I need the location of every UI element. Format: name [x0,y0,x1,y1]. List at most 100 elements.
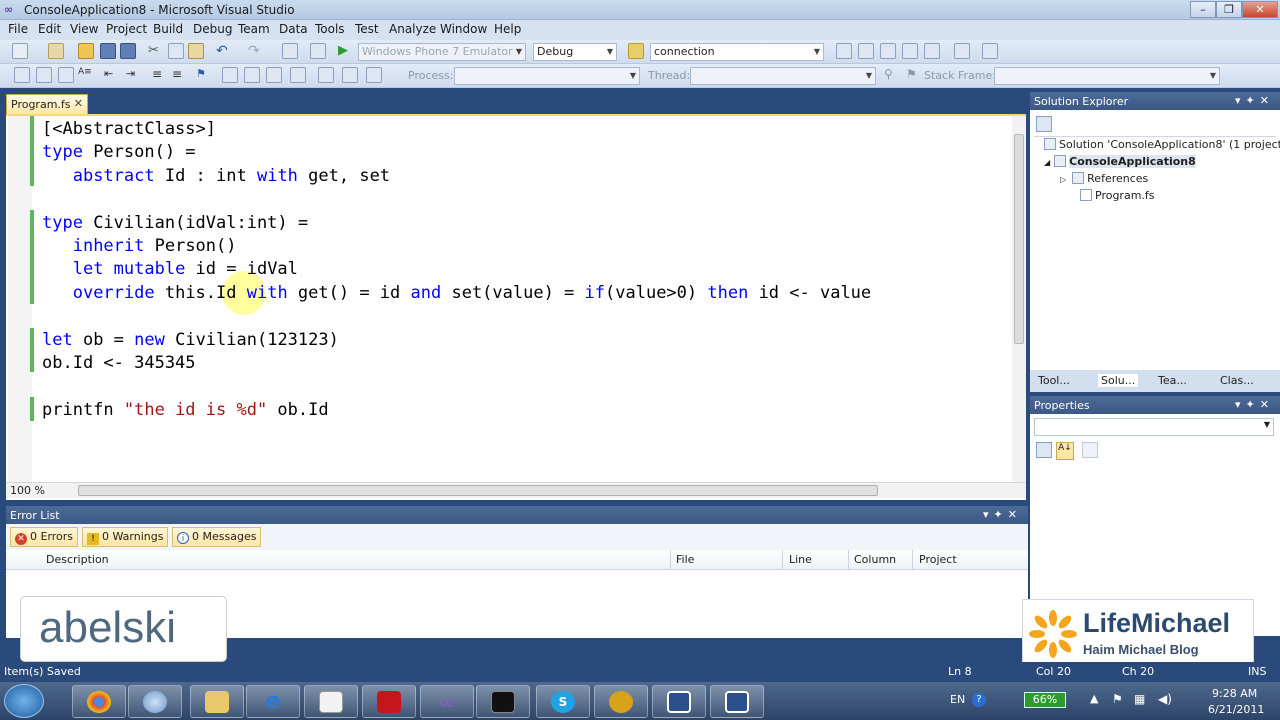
taskbar-acrobat[interactable] [362,685,416,718]
clock-date[interactable]: 6/21/2011 [1208,703,1264,716]
menu-view[interactable]: View [68,22,100,36]
menu-data[interactable]: Data [277,22,310,36]
expand-icon[interactable]: ◢ [1044,158,1050,167]
menu-build[interactable]: Build [151,22,185,36]
menu-project[interactable]: Project [104,22,149,36]
clock-time[interactable]: 9:28 AM [1212,687,1257,700]
taskbar-document[interactable] [304,685,358,718]
properties-icon[interactable] [880,43,896,59]
outdent-icon[interactable]: ⇤ [104,67,120,83]
panel-controls[interactable]: ▾✦✕ [1235,94,1274,107]
menu-help[interactable]: Help [492,22,523,36]
column-project[interactable]: Project [919,553,957,566]
alphabetical-icon[interactable]: A↓ [1056,442,1074,460]
menu-file[interactable]: File [6,22,30,36]
redo-icon[interactable]: ↷ [248,43,264,59]
tab-toolbox[interactable]: Tool... [1038,374,1070,387]
menu-debug[interactable]: Debug [191,22,234,36]
menu-window[interactable]: Window [438,22,489,36]
close-button[interactable]: ✕ [1242,1,1278,18]
column-description[interactable]: Description [46,553,109,566]
menu-test[interactable]: Test [353,22,381,36]
tree-references[interactable]: ▷ References [1060,172,1148,185]
collapse-icon[interactable]: ▷ [1060,175,1066,184]
minimize-button[interactable]: – [1190,1,1216,18]
configuration-select[interactable]: Debug ▼ [533,43,617,61]
solution-explorer-icon[interactable] [858,43,874,59]
save-all-icon[interactable] [120,43,136,59]
find-icon[interactable] [628,43,644,59]
zoom-level[interactable]: 100 % [10,484,45,497]
object-browser-icon[interactable] [902,43,918,59]
cut-icon[interactable]: ✂ [148,43,164,59]
save-icon[interactable] [100,43,116,59]
panel-controls[interactable]: ▾✦✕ [983,508,1022,521]
menu-tools[interactable]: Tools [313,22,347,36]
platform-select[interactable]: Windows Phone 7 Emulator ▼ [358,43,526,61]
bookmark-folder-prev-icon[interactable] [266,67,282,83]
taskbar-skype[interactable]: S [536,685,590,718]
navigate-forward-icon[interactable] [310,43,326,59]
maximize-button[interactable]: ❐ [1216,1,1242,18]
warnings-filter[interactable]: ! 0 Warnings [82,527,169,547]
undo-icon[interactable]: ↶ [216,43,232,59]
volume-icon[interactable]: ◀) [1158,692,1172,706]
column-file[interactable]: File [676,553,694,566]
extension-manager-icon[interactable] [954,43,970,59]
tab-team-explorer[interactable]: Tea... [1158,374,1187,387]
thread-select[interactable]: ▼ [690,67,876,85]
bookmark-icon[interactable]: ⚑ [196,67,212,83]
horizontal-scroll-thumb[interactable] [78,485,878,496]
member-list-icon[interactable] [36,67,52,83]
start-button[interactable] [4,684,44,718]
column-line[interactable]: Line [789,553,812,566]
bookmarks-window-icon[interactable] [342,67,358,83]
errors-filter[interactable]: ✕ 0 Errors [10,527,79,547]
navigate-backward-icon[interactable] [282,43,298,59]
paste-icon[interactable] [188,43,204,59]
taskbar-chrome[interactable] [72,685,126,718]
taskbar-console[interactable] [476,685,530,718]
network-icon[interactable]: ▦ [1134,692,1148,706]
format-icon[interactable] [14,67,30,83]
comment-icon[interactable]: ≡ [152,67,168,83]
copy-icon[interactable] [168,43,184,59]
code-text[interactable]: [<AbstractClass>] type Person() = abstrac… [42,118,871,422]
taskbar-ie[interactable]: e [246,685,300,718]
indent-icon[interactable]: ⇥ [126,67,142,83]
tab-solution-explorer[interactable]: Solu... [1098,374,1139,387]
flag-icon[interactable]: ⚑ [1112,692,1126,706]
filter-icon[interactable]: ⚲ [884,67,900,83]
panel-controls[interactable]: ▾✦✕ [1235,398,1274,411]
taskbar-app2[interactable] [594,685,648,718]
property-pages-icon[interactable] [1082,442,1098,458]
close-icon[interactable]: ✕ [74,97,83,110]
bookmark-folder-next-icon[interactable] [290,67,306,83]
add-item-icon[interactable] [48,43,64,59]
find-combo[interactable]: connection ▼ [650,43,824,61]
new-project-icon[interactable] [12,43,28,59]
tab-class-view[interactable]: Clas... [1220,374,1254,387]
uncomment-icon[interactable]: ≡ [172,67,188,83]
tab-program-fs[interactable]: Program.fs ✕ [6,94,88,114]
taskbar-app[interactable] [128,685,182,718]
clear-bookmarks-icon[interactable] [318,67,334,83]
column-column[interactable]: Column [854,553,896,566]
process-select[interactable]: ▼ [454,67,640,85]
stack-frame-select[interactable]: ▼ [994,67,1220,85]
start-page-icon[interactable] [982,43,998,59]
bookmark-next-icon[interactable] [244,67,260,83]
show-hidden-icons-icon[interactable]: ▲ [1090,692,1104,706]
menu-edit[interactable]: Edit [36,22,63,36]
object-selector[interactable]: ▼ [1034,418,1274,436]
bookmark-prev-icon[interactable] [222,67,238,83]
taskbar-visual-studio[interactable]: ∞ [420,685,474,718]
start-debugging-icon[interactable]: ▶ [338,43,354,59]
messages-filter[interactable]: i0 Messages [172,527,262,547]
help-icon[interactable]: ? [972,693,986,707]
taskbar-recorder[interactable] [710,685,764,718]
taskbar-media[interactable] [652,685,706,718]
battery-indicator[interactable]: 66% [1024,692,1066,708]
tree-solution[interactable]: Solution 'ConsoleApplication8' (1 projec… [1044,138,1280,151]
toolbox-icon[interactable] [924,43,940,59]
